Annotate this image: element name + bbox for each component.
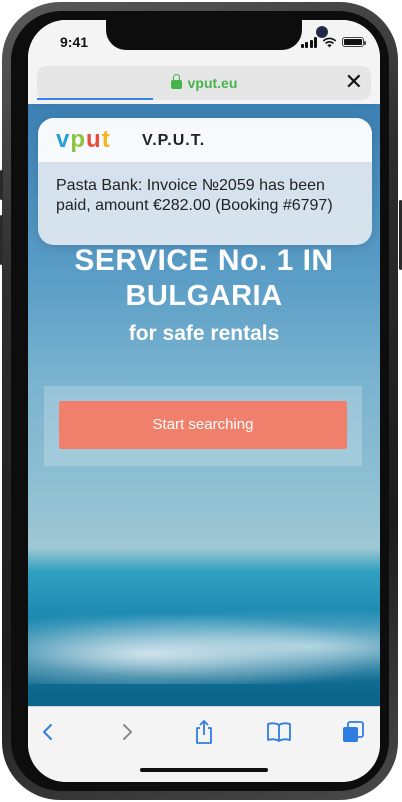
start-searching-button[interactable]: Start searching: [59, 401, 347, 449]
url-text: vput.eu: [187, 75, 238, 91]
home-indicator: [140, 768, 268, 772]
app-logo: vput: [56, 126, 111, 153]
close-icon[interactable]: ✕: [345, 70, 363, 94]
volume-button: [0, 170, 3, 200]
status-bar: 9:41: [28, 20, 380, 64]
wifi-icon: [322, 37, 337, 47]
search-panel: Start searching: [44, 386, 362, 466]
url-display[interactable]: vput.eu: [37, 74, 371, 91]
bookmarks-button[interactable]: [264, 717, 294, 747]
tabs-icon: [343, 721, 364, 742]
notification-header: vput V.P.U.T.: [38, 118, 372, 162]
hero-heading-line2: BULGARIA: [125, 280, 283, 312]
notification-app-name: V.P.U.T.: [142, 132, 206, 149]
status-time: 9:41: [60, 34, 89, 50]
tabs-button[interactable]: [338, 717, 368, 747]
push-notification[interactable]: vput V.P.U.T. Pasta Bank: Invoice №2059 …: [38, 118, 372, 245]
book-icon: [267, 722, 291, 742]
volume-button: [0, 215, 3, 265]
hero-heading-line1: SERVICE No. 1 IN: [74, 244, 334, 277]
browser-address-area: vput.eu ✕: [28, 64, 380, 104]
address-bar[interactable]: vput.eu ✕: [37, 66, 371, 100]
battery-icon: [342, 37, 366, 47]
wave-foam: [28, 609, 380, 684]
lock-icon: [170, 74, 182, 89]
screen: 9:41 vput.eu ✕ SERVICE No. 1 IN BULGARIA…: [28, 20, 380, 782]
share-button[interactable]: [189, 717, 219, 747]
chevron-left-icon: [43, 724, 52, 740]
chevron-right-icon: [123, 724, 132, 740]
hero-subheading: for safe rentals: [128, 322, 280, 345]
notification-message: Pasta Bank: Invoice №2059 has been paid,…: [56, 177, 333, 214]
status-icons: [300, 36, 366, 48]
share-icon: [196, 720, 212, 744]
page-load-progress: [37, 98, 153, 100]
forward-button[interactable]: [112, 717, 142, 747]
notch: [106, 20, 328, 50]
back-button[interactable]: [33, 717, 63, 747]
signal-icon: [300, 36, 317, 48]
